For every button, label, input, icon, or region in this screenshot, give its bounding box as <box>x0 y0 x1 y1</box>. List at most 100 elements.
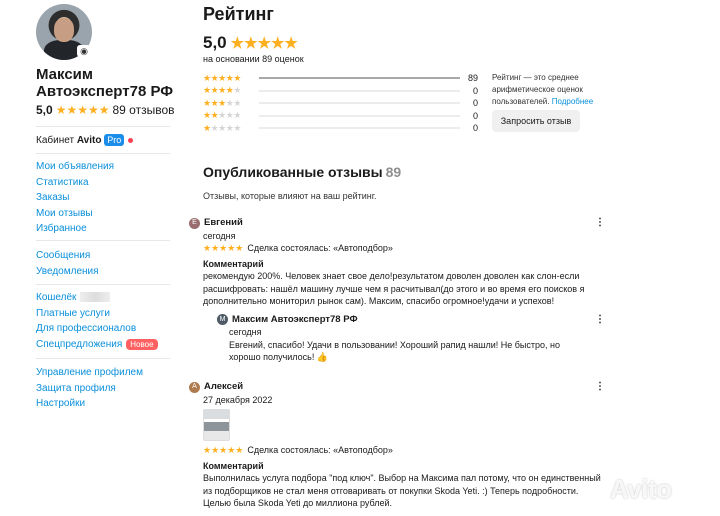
avito-brand: Avito <box>76 135 102 146</box>
review-stars: ★★★★★ <box>203 445 244 455</box>
cabinet-label: Кабинет <box>36 135 75 146</box>
reply-date: сегодня <box>229 327 262 337</box>
reviews-title-text: Опубликованные отзывы <box>203 164 383 180</box>
review-deal-text: Сделка состоялась: «Автоподбор» <box>247 243 393 253</box>
menu-wallet-label: Кошелёк <box>36 292 77 303</box>
pro-badge: Pro <box>104 134 125 146</box>
menu-group-messages: Сообщения Уведомления <box>36 248 99 279</box>
profile-stars: ★★★★★ <box>55 103 110 117</box>
rating-row-2: ★★★★★ 0 <box>203 110 478 123</box>
rating-row-4: ★★★★★ 0 <box>203 85 478 98</box>
reviews-title: Опубликованные отзывы 89 <box>203 164 401 180</box>
menu-for-pros[interactable]: Для профессионалов <box>36 321 158 337</box>
review-comment: рекомендую 200%. Человек знает свое дело… <box>203 271 585 306</box>
cabinet-link[interactable]: Кабинет Avito Pro <box>36 134 134 146</box>
menu-my-reviews[interactable]: Мои отзывы <box>36 206 114 222</box>
avito-watermark: Avito <box>610 474 672 504</box>
menu-group-main: Мои объявления Статистика Заказы Мои отз… <box>36 159 114 237</box>
review-stars: ★★★★★ <box>203 243 244 253</box>
new-badge: Новое <box>126 338 158 350</box>
review-item: ⋮ А Алексей 27 декабря 2022 ★★★★★ Сделка … <box>189 381 605 510</box>
rating-row-3: ★★★★★ 0 <box>203 97 478 110</box>
review-deal: ★★★★★ Сделка состоялась: «Автоподбор» <box>189 444 604 457</box>
comment-label: Комментарий <box>203 460 264 471</box>
rating-based-on: на основании 89 оценок <box>203 54 304 64</box>
reviews-subtitle: Отзывы, которые влияют на ваш рейтинг. <box>203 191 377 201</box>
divider <box>36 358 170 359</box>
review-date: 27 декабря 2022 <box>203 394 273 405</box>
rating-row-1: ★★★★★ 0 <box>203 122 478 135</box>
menu-messages[interactable]: Сообщения <box>36 248 99 264</box>
divider <box>36 284 170 285</box>
menu-settings[interactable]: Настройки <box>36 396 143 412</box>
review-deal: ★★★★★ Сделка состоялась: «Автоподбор» <box>189 242 604 255</box>
reply-more-options-icon[interactable]: ⋮ <box>595 314 605 327</box>
rating-distribution: ★★★★★ 89 ★★★★★ 0 ★★★★★ 0 ★★★★★ 0 ★★★★★ 0 <box>203 72 478 135</box>
reply-text: Евгений, спасибо! Удачи в пользовании! Х… <box>229 339 560 363</box>
rating-row-bar <box>259 77 460 80</box>
rating-row-bar <box>259 102 460 105</box>
profile-name: Максим Автоэксперт78 РФ <box>36 66 174 100</box>
menu-group-settings: Управление профилем Защита профиля Настр… <box>36 365 143 412</box>
rating-row-5: ★★★★★ 89 <box>203 72 478 85</box>
rating-row-count: 89 <box>467 73 478 84</box>
rating-row-bar <box>259 89 460 92</box>
reviews-count: 89 <box>385 164 402 180</box>
rating-row-stars: ★★★★★ <box>203 85 241 96</box>
reply-avatar: М <box>217 314 228 326</box>
menu-notifications[interactable]: Уведомления <box>36 264 99 280</box>
menu-special-offers[interactable]: Спецпредложения Новое <box>36 337 158 353</box>
avatar-face <box>54 18 74 42</box>
comment-label: Комментарий <box>203 258 264 269</box>
divider <box>36 240 170 241</box>
menu-orders[interactable]: Заказы <box>36 190 114 206</box>
request-review-button[interactable]: Запросить отзыв <box>492 110 580 132</box>
menu-profile-protection[interactable]: Защита профиля <box>36 381 143 397</box>
rating-row-bar <box>259 127 460 130</box>
rating-row-fill <box>259 77 460 80</box>
camera-icon[interactable]: ◉ <box>77 45 91 57</box>
rating-note: Рейтинг — это среднее арифметическое оце… <box>492 72 602 108</box>
review-deal-text: Сделка состоялась: «Автоподбор» <box>247 445 393 455</box>
menu-favorites[interactable]: Избранное <box>36 221 114 237</box>
menu-wallet[interactable]: Кошелёк <box>36 290 158 306</box>
review-photo-thumbnail[interactable] <box>203 409 230 441</box>
menu-statistics[interactable]: Статистика <box>36 175 114 191</box>
menu-group-services: Кошелёк Платные услуги Для профессионало… <box>36 290 158 352</box>
review-header: Е Евгений <box>189 217 604 230</box>
rating-summary: 5,0 ★★★★★ <box>203 33 298 53</box>
more-options-icon[interactable]: ⋮ <box>595 217 605 230</box>
wallet-balance-hidden <box>80 292 111 303</box>
menu-special-label: Спецпредложения <box>36 338 123 350</box>
seller-reply: ⋮ М Максим Автоэксперт78 РФ сегодня Евге… <box>217 314 605 364</box>
profile-reviews-count[interactable]: 89 отзывов <box>112 103 174 117</box>
rating-row-stars: ★★★★★ <box>203 97 241 108</box>
review-item: ⋮ Е Евгений сегодня ★★★★★ Сделка состояла… <box>189 217 605 364</box>
reviewer-name: Алексей <box>204 381 244 392</box>
divider <box>36 126 170 127</box>
rating-row-bar <box>259 114 460 117</box>
reply-author: Максим Автоэксперт78 РФ <box>232 313 358 325</box>
rating-row-count: 0 <box>472 123 478 134</box>
reviewer-avatar: Е <box>189 217 200 229</box>
rating-row-stars: ★★★★★ <box>203 110 241 121</box>
menu-paid-services[interactable]: Платные услуги <box>36 306 158 322</box>
review-comment: Выполнилась услуга подбора "под ключ". В… <box>203 473 601 508</box>
menu-my-ads[interactable]: Мои объявления <box>36 159 114 175</box>
rating-row-count: 0 <box>472 98 478 109</box>
rating-stars: ★★★★★ <box>230 35 298 52</box>
menu-profile-management[interactable]: Управление профилем <box>36 365 143 381</box>
profile-rating-value: 5,0 <box>36 103 53 117</box>
reply-header: М Максим Автоэксперт78 РФ <box>217 314 604 327</box>
review-header: А Алексей <box>189 381 604 394</box>
rating-row-count: 0 <box>472 110 478 121</box>
review-date: сегодня <box>203 230 236 241</box>
more-options-icon[interactable]: ⋮ <box>595 381 605 394</box>
rating-note-more-link[interactable]: Подробнее <box>552 97 594 106</box>
rating-row-stars: ★★★★★ <box>203 122 241 133</box>
divider <box>36 153 170 154</box>
reviewer-name: Евгений <box>204 217 243 228</box>
reviewer-avatar: А <box>189 381 200 393</box>
rating-title: Рейтинг <box>203 4 274 24</box>
rating-row-stars: ★★★★★ <box>203 72 241 83</box>
